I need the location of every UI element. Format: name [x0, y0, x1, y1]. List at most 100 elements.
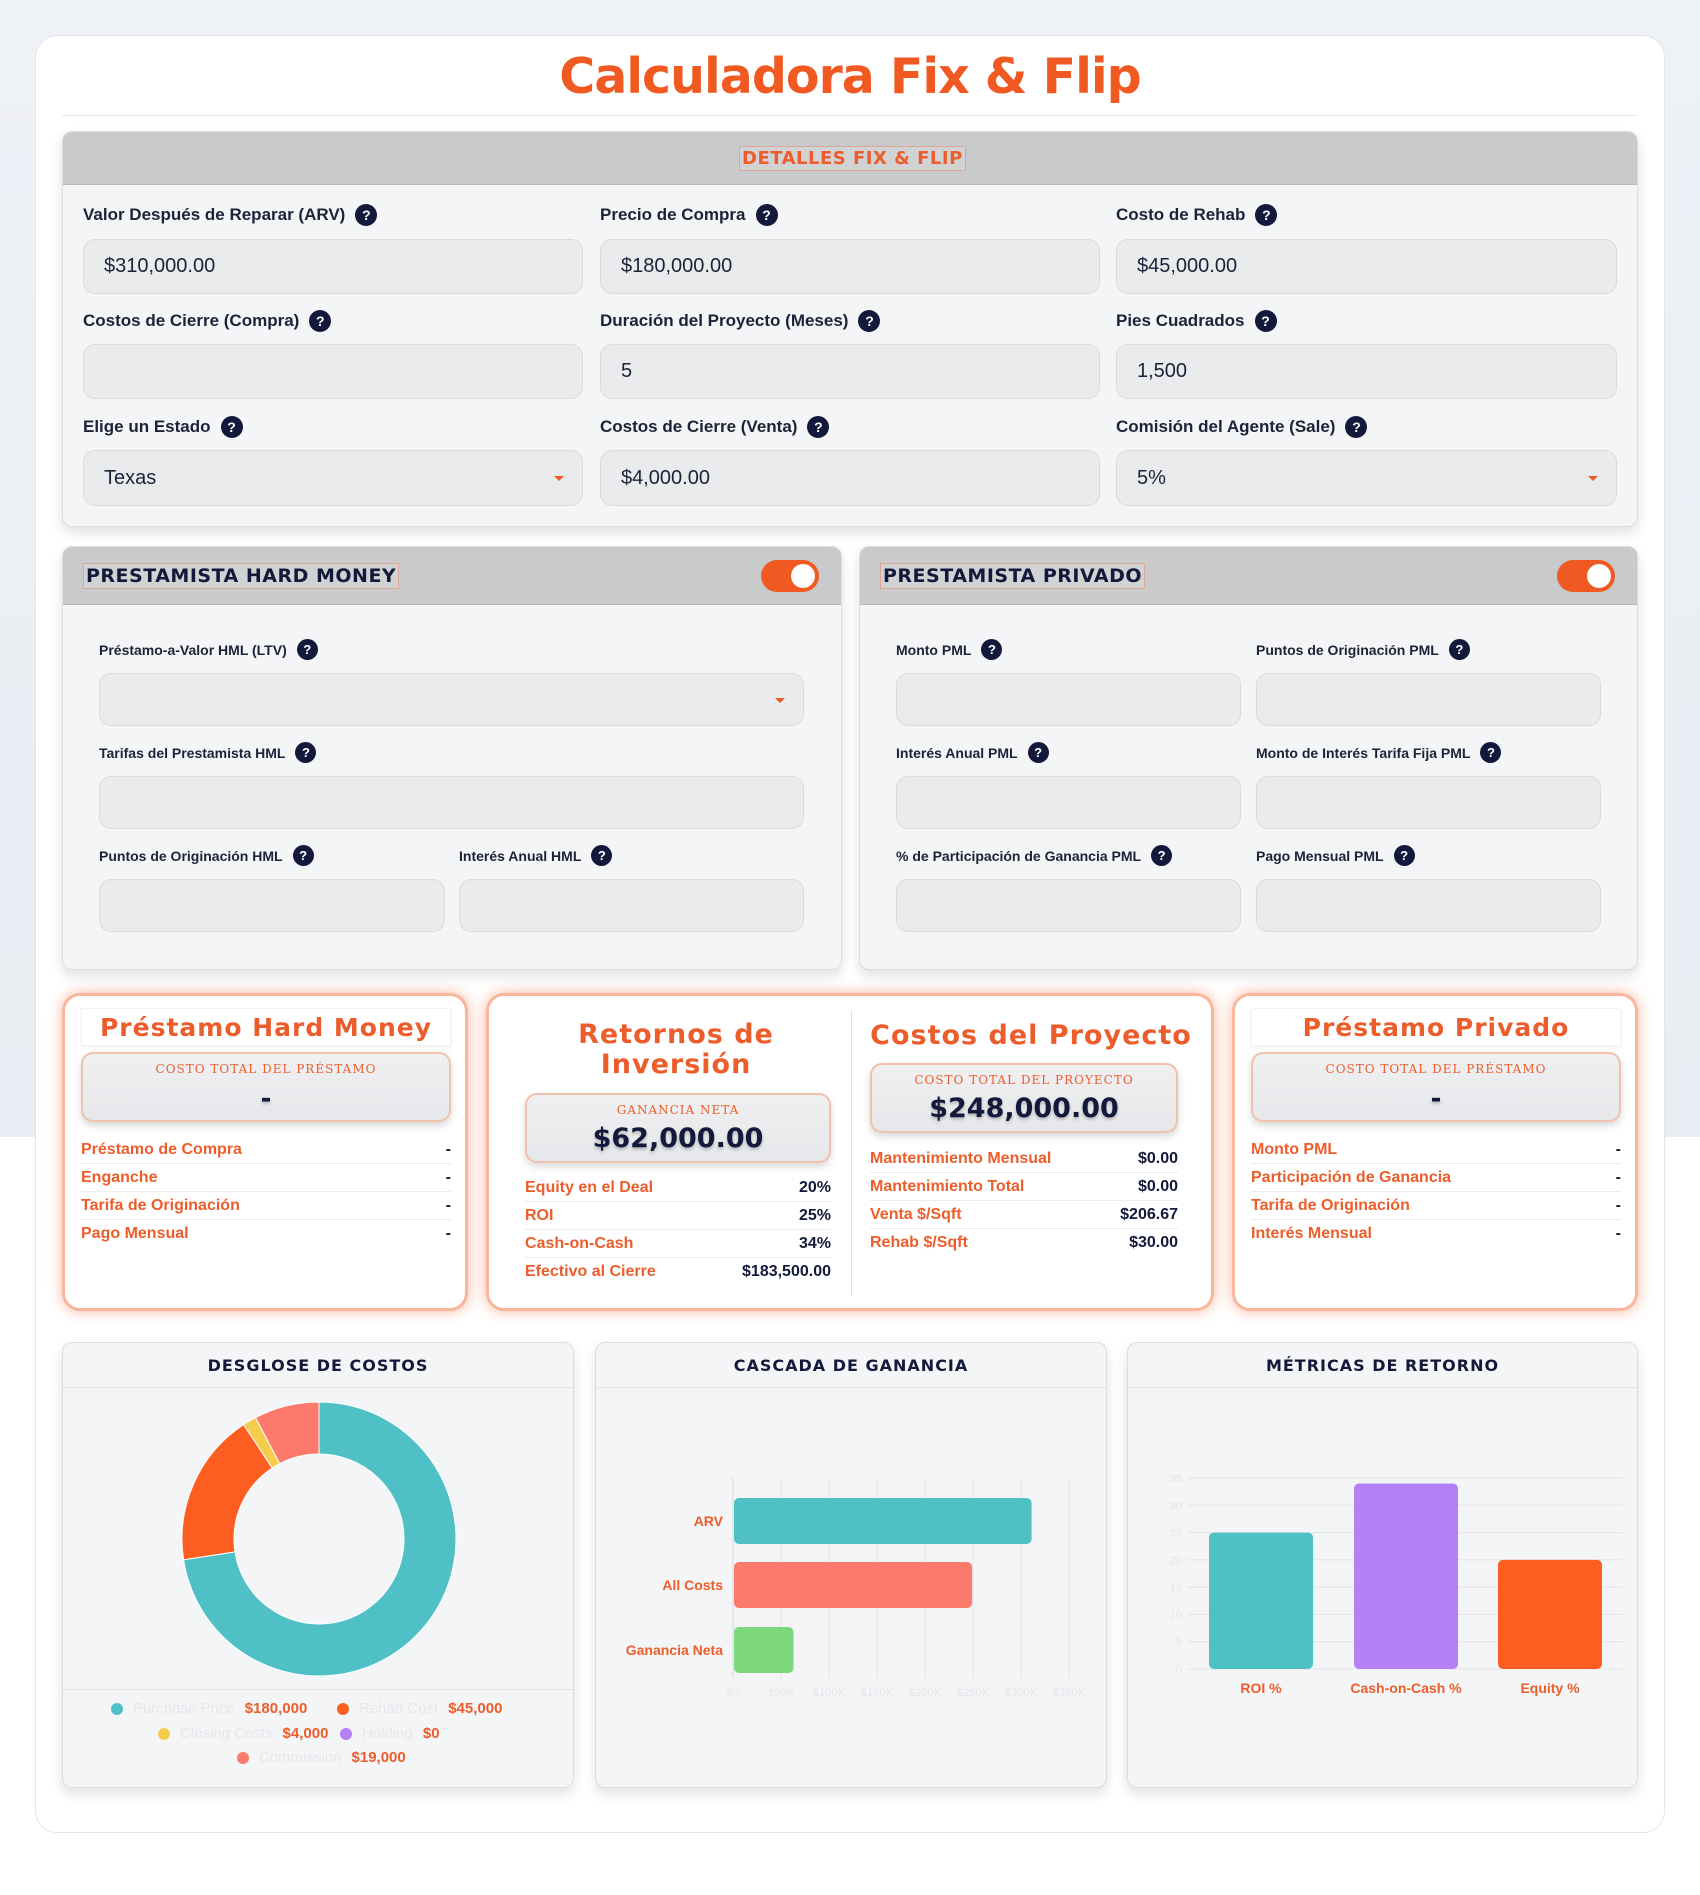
pml-toggle[interactable] — [1557, 560, 1615, 592]
help-icon[interactable]: ? — [355, 204, 378, 226]
bar — [734, 1627, 794, 1673]
help-icon[interactable]: ? — [220, 416, 243, 438]
pml-profit-share-label: % de Participación de Ganancia PML? — [896, 845, 1173, 866]
help-icon[interactable]: ? — [981, 639, 1003, 660]
net-profit-box: GANANCIA NETA $62,000.00 — [525, 1093, 831, 1163]
y-tick-label: 20 — [1170, 1555, 1182, 1567]
hml-fees-label: Tarifas del Prestamista HML? — [99, 742, 317, 763]
stat-value: - — [260, 1084, 272, 1114]
legend-divider — [63, 1689, 573, 1690]
agent-commission-label: Comisión del Agente (Sale)? — [1116, 416, 1368, 438]
project-duration-input[interactable]: 5 — [600, 344, 1100, 399]
list-item: Enganche - — [81, 1164, 451, 1192]
closing-costs-sale-input[interactable]: $4,000.00 — [600, 450, 1100, 506]
closing-costs-sale-label: Costos de Cierre (Venta)? — [600, 416, 830, 438]
hml-ltv-select[interactable] — [99, 673, 804, 726]
hml-interest-label: Interés Anual HML? — [459, 845, 613, 866]
legend-item[interactable]: Commission $19,000 — [237, 1749, 406, 1766]
chevron-down-icon — [775, 697, 785, 703]
legend-item[interactable]: Holding $0 — [340, 1725, 440, 1742]
help-icon[interactable]: ? — [292, 845, 314, 866]
chevron-down-icon — [1588, 476, 1598, 481]
hml-origination-input[interactable] — [99, 879, 445, 932]
square-feet-input[interactable]: 1,500 — [1116, 344, 1617, 399]
help-icon[interactable]: ? — [1480, 742, 1502, 763]
private-loan-card-title: Préstamo Privado — [1251, 1008, 1621, 1046]
help-icon[interactable]: ? — [1151, 845, 1173, 866]
legend-item[interactable]: Purchase Price $180,000 — [111, 1700, 307, 1717]
legend-dot — [111, 1702, 123, 1715]
stat-value: $62,000.00 — [592, 1123, 764, 1154]
y-tick-label: 25 — [1170, 1528, 1182, 1540]
bar — [734, 1498, 1032, 1544]
help-icon[interactable]: ? — [807, 416, 830, 438]
toggle-knob — [1587, 564, 1611, 588]
pml-amount-input[interactable] — [896, 673, 1241, 726]
hml-fees-input[interactable] — [99, 776, 804, 829]
profit-waterfall-panel: CASCADA DE GANANCIA $0 $50K $100K $150K $200… — [595, 1342, 1107, 1788]
help-icon[interactable]: ? — [1254, 310, 1277, 332]
bar — [1498, 1559, 1602, 1669]
legend-item[interactable]: Closing Costs $4,000 — [158, 1725, 328, 1742]
list-item: Monto PML - — [1251, 1136, 1621, 1164]
details-panel: DETALLES FIX & FLIP Valor Después de Rep… — [62, 131, 1638, 527]
pml-monthly-payment-input[interactable] — [1256, 879, 1601, 932]
y-category-label: All Costs — [662, 1577, 723, 1593]
stat-value: - — [1430, 1084, 1442, 1114]
rehab-cost-input[interactable]: $45,000.00 — [1116, 239, 1617, 294]
arv-label: Valor Después de Reparar (ARV)? — [83, 204, 378, 226]
help-icon[interactable]: ? — [295, 742, 317, 763]
x-tick-label: $300K — [1005, 1687, 1037, 1699]
help-icon[interactable]: ? — [591, 845, 613, 866]
arv-input[interactable]: $310,000.00 — [83, 239, 583, 294]
private-loan-card: Préstamo Privado COSTO TOTAL DEL PRÉSTAM… — [1232, 993, 1638, 1311]
state-label: Elige un Estado? — [83, 416, 243, 438]
help-icon[interactable]: ? — [1393, 845, 1415, 866]
returns-costs-card: Retornos de Inversión GANANCIA NETA $62,0… — [486, 993, 1214, 1311]
pml-profit-share-input[interactable] — [896, 879, 1241, 932]
hml-interest-input[interactable] — [459, 879, 804, 932]
purchase-price-input[interactable]: $180,000.00 — [600, 239, 1100, 294]
pml-flat-interest-input[interactable] — [1256, 776, 1601, 829]
legend-dot — [340, 1727, 352, 1740]
calculator-container: Calculadora Fix & Flip DETALLES FIX & FL… — [35, 35, 1665, 1833]
list-item: Participación de Ganancia - — [1251, 1164, 1621, 1192]
pml-origination-input[interactable] — [1256, 673, 1601, 726]
list-item: Tarifa de Originación - — [81, 1192, 451, 1220]
help-icon[interactable]: ? — [296, 639, 318, 660]
bar — [1209, 1532, 1313, 1669]
hml-toggle[interactable] — [761, 560, 819, 592]
closing-costs-buy-input[interactable] — [83, 344, 583, 399]
x-category-label: ROI % — [1240, 1680, 1282, 1696]
x-category-label: Cash-on-Cash % — [1350, 1680, 1462, 1696]
help-icon[interactable]: ? — [1345, 416, 1368, 438]
hml-panel-title: PRESTAMISTA HARD MONEY — [83, 563, 400, 589]
list-item: Mantenimiento Mensual $0.00 — [870, 1145, 1178, 1173]
x-tick-label: $150K — [861, 1687, 893, 1699]
agent-commission-select[interactable]: 5% — [1116, 450, 1617, 506]
square-feet-label: Pies Cuadrados? — [1116, 310, 1277, 332]
legend-item[interactable]: Rehab Cost $45,000 — [337, 1700, 502, 1717]
hml-origination-label: Puntos de Originación HML? — [99, 845, 314, 866]
toggle-knob — [791, 564, 815, 588]
pml-interest-input[interactable] — [896, 776, 1241, 829]
help-icon[interactable]: ? — [1027, 742, 1049, 763]
help-icon[interactable]: ? — [1255, 204, 1278, 226]
total-project-cost-box: COSTO TOTAL DEL PROYECTO $248,000.00 — [870, 1063, 1178, 1133]
help-icon[interactable]: ? — [755, 204, 778, 226]
bar — [1354, 1483, 1458, 1669]
bar — [734, 1562, 973, 1608]
help-icon[interactable]: ? — [1448, 639, 1470, 660]
help-icon[interactable]: ? — [309, 310, 332, 332]
list-item: Equity en el Deal 20% — [525, 1174, 831, 1202]
hard-money-card: Préstamo Hard Money COSTO TOTAL DEL PRÉS… — [62, 993, 468, 1311]
details-panel-title: DETALLES FIX & FLIP — [739, 146, 966, 171]
state-select[interactable]: Texas — [83, 450, 583, 506]
cost-breakdown-donut-chart — [181, 1401, 457, 1677]
list-item: Venta $/Sqft $206.67 — [870, 1201, 1178, 1229]
pml-flat-interest-label: Monto de Interés Tarifa Fija PML? — [1256, 742, 1502, 763]
help-icon[interactable]: ? — [858, 310, 881, 332]
pml-panel: PRESTAMISTA PRIVADO Monto PML? Puntos de… — [859, 546, 1638, 970]
private-loan-total-box: COSTO TOTAL DEL PRÉSTAMO - — [1251, 1052, 1621, 1122]
y-tick-label: 15 — [1170, 1582, 1182, 1594]
